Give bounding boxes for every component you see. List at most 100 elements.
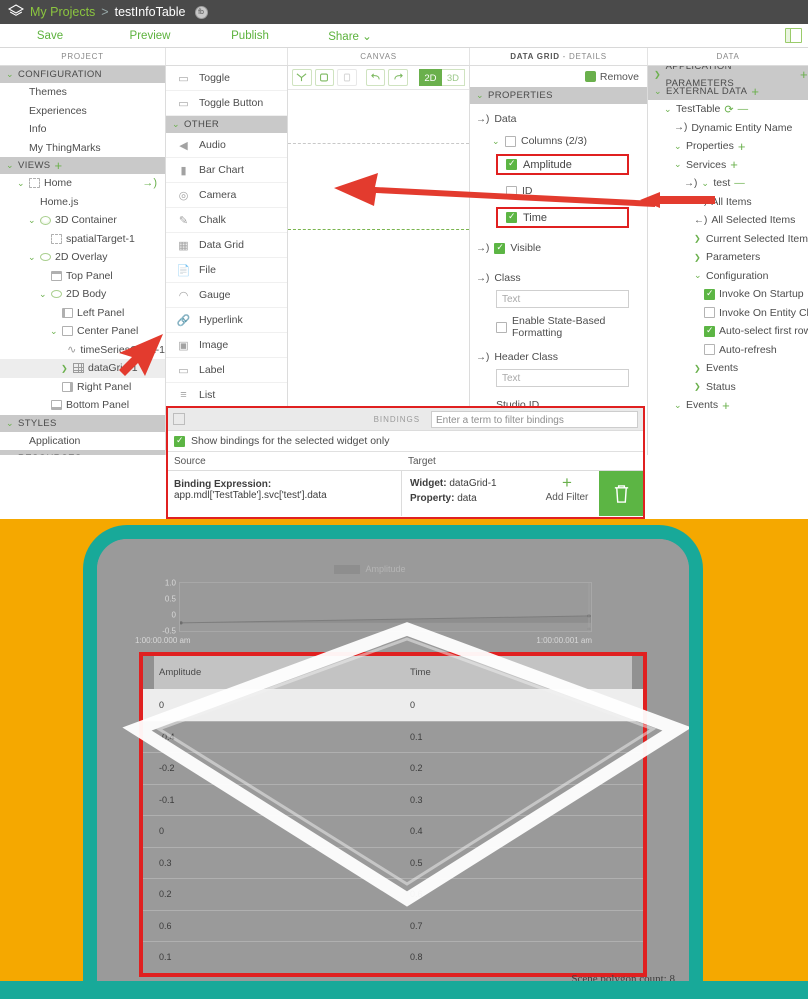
undo-icon[interactable] (365, 69, 386, 86)
chevron-down-icon[interactable]: ⌄ (674, 141, 682, 152)
palette-group-other[interactable]: ⌄ OTHER (166, 116, 287, 133)
data-item-invoke-on-startup[interactable]: Invoke On Startup (648, 285, 808, 304)
palette-item-list[interactable]: ≡ List (166, 383, 287, 408)
tree-item-center-panel[interactable]: ⌄ Center Panel (0, 322, 165, 341)
avatar[interactable]: fb (194, 5, 208, 19)
breadcrumb-root[interactable]: My Projects (30, 5, 95, 19)
data-item-services[interactable]: ⌄ Services + (648, 156, 808, 175)
data-item-current-selected-item[interactable]: ❯ Current Selected Item (648, 230, 808, 249)
grid-row[interactable]: 0.1 0.8 (143, 941, 643, 973)
add-icon[interactable]: + (738, 139, 746, 154)
data-checkbox-auto-select-first-row[interactable] (704, 325, 715, 337)
publish-button[interactable]: Publish (200, 30, 300, 42)
tree-section-styles[interactable]: ⌄ STYLES (0, 414, 165, 432)
add-icon[interactable]: + (800, 68, 808, 81)
chevron-down-icon[interactable]: ⌄ (28, 215, 36, 226)
binding-row[interactable]: Binding Expression: app.mdl['TestTable']… (168, 471, 643, 516)
data-item-auto-refresh[interactable]: Auto-refresh (648, 341, 808, 360)
chevron-down-icon[interactable]: ⌄ (664, 104, 672, 115)
visible-row[interactable]: →) Visible (470, 237, 647, 259)
chevron-down-icon[interactable]: ⌄ (701, 178, 709, 189)
add-icon[interactable]: + (730, 157, 738, 172)
chevron-down-icon[interactable]: ⌄ (674, 159, 682, 170)
add-icon[interactable]: + (86, 452, 94, 456)
grid-row[interactable]: -0.4 0.1 (143, 720, 643, 753)
remove-icon[interactable]: — (738, 103, 749, 115)
tree-item-left-panel[interactable]: Left Panel (0, 304, 165, 323)
add-icon[interactable]: + (722, 398, 730, 413)
chevron-right-icon[interactable]: ❯ (694, 234, 702, 243)
chevron-right-icon[interactable]: ❯ (694, 253, 702, 262)
data-item-status[interactable]: ❯ Status (648, 378, 808, 397)
paste-icon[interactable] (337, 69, 357, 86)
data-item-events[interactable]: ⌄ Events + (648, 396, 808, 415)
chevron-down-icon[interactable]: ⌄ (654, 83, 662, 100)
tree-item-timeserieschart-1[interactable]: ∿ timeSeriesChart-1 (0, 341, 165, 360)
add-icon[interactable]: + (751, 85, 759, 98)
column-amplitude-checkbox[interactable] (506, 158, 517, 170)
chevron-right-icon[interactable]: ❯ (694, 364, 702, 373)
palette-item-camera[interactable]: ◎ Camera (166, 183, 287, 208)
tree-item-themes[interactable]: Themes (0, 83, 165, 102)
preview-button[interactable]: Preview (100, 30, 200, 42)
columns-row[interactable]: ⌄ Columns (2/3) (470, 130, 647, 152)
tree-section-configuration[interactable]: ⌄ CONFIGURATION (0, 66, 165, 83)
add-filter-button[interactable]: + Add Filter (539, 474, 595, 505)
palette-item-gauge[interactable]: ◠ Gauge (166, 283, 287, 308)
tree-item-right-panel[interactable]: Right Panel (0, 378, 165, 397)
palette-item-data-grid[interactable]: ▦ Data Grid (166, 233, 287, 258)
tree-item-datagrid-1[interactable]: ❯ dataGrid-1 (0, 359, 165, 378)
bindings-filter-input[interactable]: Enter a term to filter bindings (431, 410, 638, 428)
column-id-checkbox[interactable] (506, 185, 517, 197)
data-property-row[interactable]: →) Data (470, 108, 647, 130)
tree-item-application[interactable]: Application (0, 432, 165, 451)
columns-checkbox[interactable] (505, 135, 516, 147)
data-item-events[interactable]: ❯ Events (648, 359, 808, 378)
canvas-body[interactable] (288, 90, 469, 454)
chevron-down-icon[interactable]: ⌄ (694, 270, 702, 281)
redo-icon[interactable] (388, 69, 408, 86)
data-checkbox-invoke-on-startup[interactable] (704, 288, 715, 300)
chevron-right-icon[interactable]: ❯ (61, 364, 69, 373)
palette-item-image[interactable]: ▣ Image (166, 333, 287, 358)
data-item-all-selected-items[interactable]: ←) All Selected Items (648, 211, 808, 230)
chevron-down-icon[interactable]: ⌄ (674, 400, 682, 411)
chevron-down-icon[interactable]: ⌄ (28, 252, 36, 263)
data-checkbox-auto-refresh[interactable] (704, 344, 715, 356)
grid-col-time[interactable]: Time (393, 667, 643, 678)
share-button[interactable]: Share ⌄ (300, 29, 400, 43)
data-item-testtable[interactable]: ⌄ TestTable ⟳ — (648, 100, 808, 119)
grid-scroll-grip-left[interactable] (143, 656, 154, 689)
column-time-checkbox[interactable] (506, 211, 517, 223)
state-formatting-checkbox[interactable] (496, 321, 507, 333)
chevron-down-icon[interactable]: ⌄ (50, 326, 58, 337)
grid-row[interactable]: -0.2 0.2 (143, 752, 643, 784)
expand-icon[interactable] (173, 413, 185, 425)
delete-binding-button[interactable] (599, 471, 643, 516)
tree-item-2d-overlay[interactable]: ⌄ 2D Overlay (0, 248, 165, 267)
canvas-view-mode-toggle[interactable]: 2D 3D (418, 69, 465, 86)
canvas-mode-3d[interactable]: 3D (441, 69, 465, 86)
chevron-down-icon[interactable]: ⌄ (17, 178, 25, 189)
show-selected-only-checkbox[interactable] (174, 435, 185, 447)
data-item-all-items[interactable]: ←) All Items (648, 193, 808, 212)
palette-item-chalk[interactable]: ✎ Chalk (166, 208, 287, 233)
panel-toggle-icon[interactable] (785, 28, 802, 43)
palette-item-hyperlink[interactable]: 🔗 Hyperlink (166, 308, 287, 333)
copy-icon[interactable] (314, 69, 335, 86)
tree-item-3d-container[interactable]: ⌄ 3D Container (0, 211, 165, 230)
chevron-right-icon[interactable]: ❯ (694, 382, 702, 391)
properties-section-header[interactable]: ⌄ PROPERTIES (470, 87, 647, 104)
tree-item-spatialtarget-1[interactable]: spatialTarget-1 (0, 230, 165, 249)
remove-icon[interactable]: — (734, 177, 745, 189)
palette-item-file[interactable]: 📄 File (166, 258, 287, 283)
palette-item-bar-chart[interactable]: ▮ Bar Chart (166, 158, 287, 183)
grid-row[interactable]: 0.2 0.6 (143, 878, 643, 910)
tree-section-resources[interactable]: ⌄ RESOURCES + (0, 450, 165, 455)
data-section-application-parameters[interactable]: ❯ APPLICATION PARAMETERS + (648, 66, 808, 89)
show-selected-only-row[interactable]: Show bindings for the selected widget on… (168, 431, 643, 452)
grid-row[interactable]: 0 0.4 (143, 815, 643, 847)
data-item-properties[interactable]: ⌄ Properties + (648, 137, 808, 156)
header-class-input[interactable]: Text (496, 369, 629, 387)
tree-item-my-thingmarks[interactable]: My ThingMarks (0, 139, 165, 158)
